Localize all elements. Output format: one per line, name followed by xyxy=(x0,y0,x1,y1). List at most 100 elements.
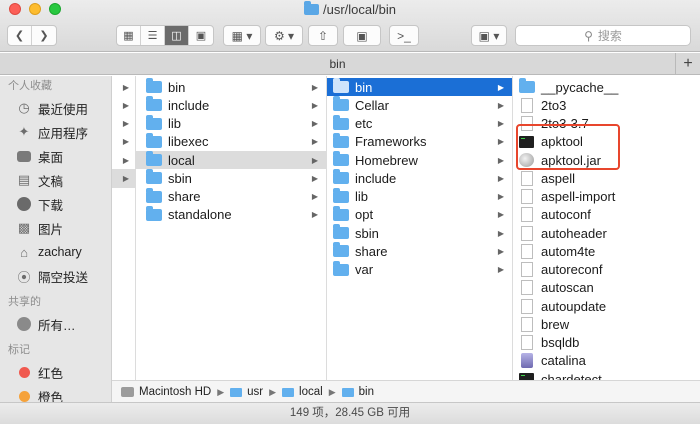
catalina-script-icon xyxy=(521,353,533,369)
list-item[interactable]: sbin ▶ xyxy=(136,169,326,187)
disclosure-arrow-icon: ▶ xyxy=(122,173,129,183)
item-name: local xyxy=(168,152,195,168)
list-item[interactable]: ▶ xyxy=(112,96,135,114)
path-segment[interactable]: bin xyxy=(359,386,374,398)
list-item[interactable]: sbin ▶ xyxy=(327,224,512,242)
back-button[interactable]: ❮ xyxy=(8,26,32,45)
list-item[interactable]: Frameworks ▶ xyxy=(327,132,512,151)
share-button[interactable]: ⇧ xyxy=(308,25,338,46)
list-item[interactable]: local ▶ xyxy=(136,151,326,170)
list-item[interactable]: ▶ xyxy=(112,169,135,188)
list-view-button[interactable]: ☰ xyxy=(141,26,165,45)
list-item[interactable]: ▶ xyxy=(112,151,135,169)
forward-button[interactable]: ❯ xyxy=(32,26,56,45)
finder-window: /usr/local/bin ❮ ❯ ▦ ☰ ◫ ▣ ▦ ▾ ⚙ ▾ ⇧ ▣ >… xyxy=(0,0,700,424)
list-item[interactable]: catalina xyxy=(513,352,700,370)
sidebar-item-tag-orange[interactable]: 橙色 xyxy=(0,384,111,402)
item-name: bin xyxy=(355,79,373,95)
sidebar-header-favorites: 个人收藏 xyxy=(8,80,52,92)
list-item[interactable]: brew xyxy=(513,315,700,333)
list-item[interactable]: bsqldb xyxy=(513,334,700,352)
document-file-icon xyxy=(521,316,533,332)
nav-buttons: ❮ ❯ xyxy=(7,25,57,46)
sidebar-item-pictures[interactable]: ▩ 图片 xyxy=(0,216,111,240)
list-item[interactable]: 2to3-3.7 xyxy=(513,115,700,133)
list-item[interactable]: bin ▶ xyxy=(136,78,326,96)
path-segment[interactable]: usr xyxy=(247,386,263,398)
list-item[interactable]: libexec ▶ xyxy=(136,132,326,151)
sidebar-item-applications[interactable]: ✦ 应用程序 xyxy=(0,120,111,144)
list-item[interactable]: autoreconf xyxy=(513,261,700,279)
sidebar-item-network[interactable]: 所有… xyxy=(0,312,111,336)
disclosure-arrow-icon: ▶ xyxy=(497,137,504,147)
chevron-left-icon: ❮ xyxy=(14,30,25,42)
folder-icon xyxy=(146,114,162,130)
list-item[interactable]: apktool.jar xyxy=(513,151,700,169)
list-item[interactable]: var ▶ xyxy=(327,260,512,279)
tags-button[interactable]: ▣ xyxy=(343,25,381,46)
dropbox-button[interactable]: ▣ ▾ xyxy=(471,25,507,46)
disclosure-arrow-icon: ▶ xyxy=(497,119,504,129)
path-segment[interactable]: local xyxy=(299,386,323,398)
list-item[interactable]: opt ▶ xyxy=(327,205,512,224)
list-item[interactable]: 2to3 xyxy=(513,96,700,114)
disclosure-arrow-icon: ▶ xyxy=(122,82,129,92)
list-item[interactable]: share ▶ xyxy=(327,242,512,260)
list-item[interactable]: aspell-import xyxy=(513,188,700,206)
list-item[interactable]: autom4te xyxy=(513,242,700,260)
item-name: autom4te xyxy=(541,243,596,259)
list-item[interactable]: chardetect xyxy=(513,370,700,380)
sidebar-item-desktop[interactable]: 桌面 xyxy=(0,144,111,168)
list-item[interactable]: share ▶ xyxy=(136,187,326,206)
sidebar-item-label: 隔空投送 xyxy=(38,270,89,285)
disclosure-arrow-icon: ▶ xyxy=(311,155,318,165)
list-item[interactable]: apktool xyxy=(513,133,700,151)
path-separator-icon: ▶ xyxy=(328,386,336,397)
sidebar-item-documents[interactable]: ▤ 文稿 xyxy=(0,168,111,192)
disclosure-arrow-icon: ▶ xyxy=(497,210,504,220)
gallery-view-button[interactable]: ▣ xyxy=(189,26,213,45)
sidebar-item-label: 所有… xyxy=(38,318,76,333)
list-item[interactable]: Cellar ▶ xyxy=(327,96,512,114)
list-item[interactable]: include ▶ xyxy=(327,169,512,187)
list-item[interactable]: lib ▶ xyxy=(327,187,512,206)
list-item[interactable]: __pycache__ xyxy=(513,78,700,96)
disclosure-arrow-icon: ▶ xyxy=(311,119,318,129)
path-segment[interactable]: Macintosh HD xyxy=(139,386,211,398)
sidebar-item-tag-red[interactable]: 红色 xyxy=(0,360,111,384)
list-item[interactable]: ▶ xyxy=(112,78,135,96)
action-button[interactable]: ⚙ ▾ xyxy=(265,25,303,46)
icon-view-button[interactable]: ▦ xyxy=(117,26,141,45)
folder-icon xyxy=(146,132,162,148)
list-item[interactable]: aspell xyxy=(513,169,700,187)
list-item[interactable]: autoheader xyxy=(513,224,700,242)
sidebar-item-downloads[interactable]: 下载 xyxy=(0,192,111,216)
list-item[interactable]: lib ▶ xyxy=(136,114,326,133)
list-item[interactable]: ▶ xyxy=(112,133,135,151)
list-item[interactable]: etc ▶ xyxy=(327,114,512,133)
disclosure-arrow-icon: ▶ xyxy=(122,155,129,165)
document-icon: ▤ xyxy=(17,172,31,187)
list-item[interactable]: ▶ xyxy=(112,115,135,133)
sidebar-item-airdrop[interactable]: ⦿ 隔空投送 xyxy=(0,264,111,288)
item-name: chardetect xyxy=(541,371,602,380)
group-button[interactable]: ▦ ▾ xyxy=(223,25,261,46)
tab-bin[interactable]: bin xyxy=(0,53,676,75)
sidebar-item-home[interactable]: ⌂ zachary xyxy=(0,240,111,264)
list-item[interactable]: Homebrew ▶ xyxy=(327,151,512,169)
sidebar-item-recents[interactable]: ◷ 最近使用 xyxy=(0,96,111,120)
list-item[interactable]: include ▶ xyxy=(136,96,326,114)
folder-icon xyxy=(333,78,349,94)
list-item[interactable]: autoscan xyxy=(513,279,700,297)
column-view-button[interactable]: ◫ xyxy=(165,26,189,45)
list-item[interactable]: autoupdate xyxy=(513,297,700,315)
disclosure-arrow-icon: ▶ xyxy=(311,192,318,202)
terminal-button[interactable]: >_ xyxy=(389,25,419,46)
new-tab-button[interactable]: + xyxy=(676,53,700,75)
disclosure-arrow-icon: ▶ xyxy=(497,228,504,238)
list-item[interactable]: autoconf xyxy=(513,206,700,224)
search-field[interactable]: ⚲ 搜索 xyxy=(515,25,691,46)
document-file-icon xyxy=(521,262,533,278)
list-item[interactable]: bin ▶ xyxy=(327,78,512,97)
list-item[interactable]: standalone ▶ xyxy=(136,205,326,224)
